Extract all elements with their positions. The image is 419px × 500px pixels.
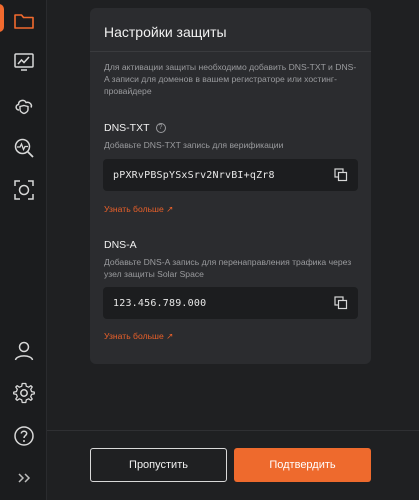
skip-button[interactable]: Пропустить	[90, 448, 227, 482]
intro-text: Для активации защиты необходимо добавить…	[104, 62, 357, 97]
pulse-search-icon	[14, 138, 34, 158]
sidebar-item-folder[interactable]	[11, 8, 37, 34]
footer-divider	[47, 430, 419, 431]
help-icon	[14, 426, 34, 446]
monitor-chart-icon	[14, 53, 34, 71]
cloud-shield-icon	[15, 99, 33, 115]
dns-txt-description: Добавьте DNS-TXT запись для верификации	[104, 140, 284, 150]
copy-icon[interactable]	[334, 296, 348, 310]
gear-icon	[13, 382, 35, 404]
sidebar-item-cloud-protection[interactable]	[11, 92, 37, 118]
sidebar-item-settings[interactable]	[11, 380, 37, 406]
dns-a-section-title: DNS-A	[104, 239, 137, 251]
dns-a-title: DNS-A	[104, 239, 137, 251]
sidebar-item-monitoring[interactable]	[11, 49, 37, 75]
user-icon	[14, 341, 34, 361]
dns-a-value-field[interactable]: 123.456.789.000	[103, 287, 358, 319]
active-indicator	[0, 4, 4, 32]
scan-frame-icon	[14, 180, 34, 200]
confirm-button[interactable]: Подтвердить	[234, 448, 371, 482]
card-title: Настройки защиты	[104, 24, 227, 40]
sidebar-item-analytics[interactable]	[11, 135, 37, 161]
dns-txt-value-field[interactable]: pPXRvPBSpYSxSrv2NrvBI+qZr8	[103, 159, 358, 191]
sidebar	[0, 0, 47, 500]
expand-chevrons-icon	[18, 473, 31, 483]
dns-a-learn-more-link[interactable]: Узнать больше ↗	[104, 331, 173, 342]
divider	[90, 51, 371, 52]
dns-txt-title: DNS-TXT	[104, 122, 150, 134]
dns-a-description: Добавьте DNS-A запись для перенаправлени…	[104, 257, 352, 280]
dns-txt-section-title: DNS-TXT ?	[104, 122, 166, 134]
sidebar-item-profile[interactable]	[11, 338, 37, 364]
dns-txt-learn-more-link[interactable]: Узнать больше ↗	[104, 204, 173, 215]
dns-txt-value[interactable]: pPXRvPBSpYSxSrv2NrvBI+qZr8	[113, 170, 275, 181]
dns-a-value[interactable]: 123.456.789.000	[113, 298, 206, 309]
sidebar-expand-button[interactable]	[11, 465, 37, 491]
folder-icon	[14, 14, 34, 29]
help-icon[interactable]: ?	[155, 123, 166, 133]
copy-icon[interactable]	[334, 168, 348, 182]
sidebar-item-help[interactable]	[11, 423, 37, 449]
sidebar-item-scan[interactable]	[11, 177, 37, 203]
protection-settings-card: Настройки защиты Для активации защиты не…	[90, 8, 371, 364]
